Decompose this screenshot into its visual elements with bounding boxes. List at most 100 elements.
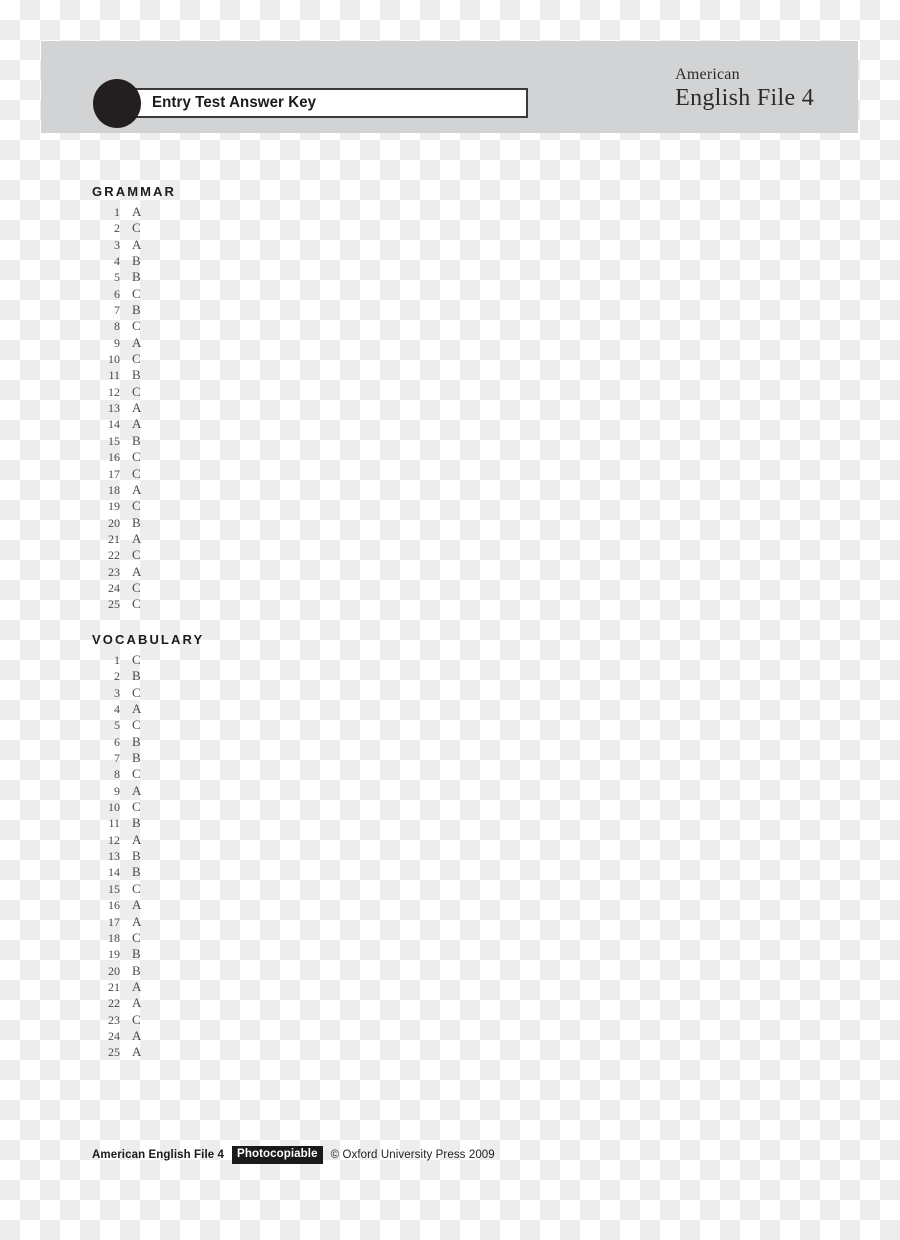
answer-row: 17 A xyxy=(92,914,204,930)
answer-letter: A xyxy=(132,400,142,416)
answer-row: 10 C xyxy=(92,351,176,367)
answer-letter: A xyxy=(132,831,142,847)
answer-letter: A xyxy=(132,995,142,1011)
answer-letter: C xyxy=(132,717,141,733)
answer-number: 22 xyxy=(108,548,120,563)
answer-list-grammar: 1 A 2 C 3 A 4 B 5 B 6 C 7 B 8 C 9 A 10 C 11 B 12 C 13 A 14 A 15 B 16 C 1… xyxy=(92,204,176,613)
answer-number: 10 xyxy=(108,800,120,815)
answer-letter: C xyxy=(132,766,141,782)
answer-letter: A xyxy=(132,897,142,913)
answer-number: 5 xyxy=(114,270,120,285)
answer-number: 14 xyxy=(108,865,120,880)
answer-row: 22 A xyxy=(92,995,204,1011)
answer-row: 4A xyxy=(92,701,204,717)
answer-number: 11 xyxy=(108,816,120,831)
answer-letter: C xyxy=(132,449,141,465)
page-footer: American English File 4 Photocopiable © … xyxy=(92,1146,495,1164)
answer-row: 21 A xyxy=(92,531,176,547)
answer-row: 8C xyxy=(92,318,176,334)
answer-number: 7 xyxy=(114,751,120,766)
answer-letter: A xyxy=(132,530,142,546)
answer-row: 6B xyxy=(92,734,204,750)
answer-letter: B xyxy=(132,269,141,285)
answer-letter: C xyxy=(132,220,141,236)
answer-row: 7B xyxy=(92,302,176,318)
answer-letter: A xyxy=(132,1027,142,1043)
answer-row: 18 C xyxy=(92,930,204,946)
answer-row: 21 A xyxy=(92,979,204,995)
answer-number: 3 xyxy=(114,237,120,252)
answer-number: 21 xyxy=(108,979,120,994)
answer-row: 16 C xyxy=(92,449,176,465)
answer-letter: A xyxy=(132,1044,142,1060)
answer-letter: B xyxy=(132,750,141,766)
answer-row: 3A xyxy=(92,237,176,253)
section-title-vocabulary: VOCABULARY xyxy=(92,632,205,647)
answer-letter: B xyxy=(132,514,141,530)
answer-number: 22 xyxy=(108,996,120,1011)
answer-number: 9 xyxy=(114,335,120,350)
answer-letter: A xyxy=(132,913,142,929)
answer-letter: A xyxy=(132,236,142,252)
answer-number: 12 xyxy=(108,832,120,847)
answer-letter: C xyxy=(132,383,141,399)
answer-row: 23 C xyxy=(92,1012,204,1028)
answer-number: 2 xyxy=(114,669,120,684)
answer-letter: A xyxy=(132,563,142,579)
answer-row: 20 B xyxy=(92,963,204,979)
answer-row: 5B xyxy=(92,269,176,285)
answer-letter: A xyxy=(132,204,142,219)
footer-copyright: © Oxford University Press 2009 xyxy=(330,1149,495,1161)
answer-row: 11 B xyxy=(92,815,204,831)
answer-number: 6 xyxy=(114,286,120,301)
answer-number: 7 xyxy=(114,303,120,318)
brand-line-american: American xyxy=(675,66,740,83)
answer-letter: A xyxy=(132,978,142,994)
answer-letter: C xyxy=(132,547,141,563)
answer-letter: C xyxy=(132,880,141,896)
answer-number: 25 xyxy=(108,1045,120,1060)
answer-number: 13 xyxy=(108,849,120,864)
answer-row: 10 C xyxy=(92,799,204,815)
answer-number: 23 xyxy=(108,564,120,579)
answer-row: 1C xyxy=(92,652,204,668)
answer-letter: C xyxy=(132,465,141,481)
answer-row: 13 A xyxy=(92,400,176,416)
answer-number: 15 xyxy=(108,881,120,896)
answer-row: 22 C xyxy=(92,547,176,563)
answer-number: 15 xyxy=(108,433,120,448)
answer-number: 18 xyxy=(108,930,120,945)
answer-row: 14 B xyxy=(92,864,204,880)
answer-number: 12 xyxy=(108,384,120,399)
answer-letter: C xyxy=(132,596,141,612)
answer-number: 24 xyxy=(108,580,120,595)
section-title-grammar: GRAMMAR xyxy=(92,184,177,199)
answer-number: 24 xyxy=(108,1028,120,1043)
answer-row: 4B xyxy=(92,253,176,269)
answer-letter: B xyxy=(132,302,141,318)
answer-row: 17 C xyxy=(92,466,176,482)
answer-number: 20 xyxy=(108,515,120,530)
answer-letter: C xyxy=(132,1011,141,1027)
answer-row: 11 B xyxy=(92,367,176,383)
answer-row: 13 B xyxy=(92,848,204,864)
answer-row: 16 A xyxy=(92,897,204,913)
answer-row: 15 B xyxy=(92,433,176,449)
answer-row: 7B xyxy=(92,750,204,766)
answer-row: 1A xyxy=(92,204,176,220)
photocopiable-badge: Photocopiable xyxy=(232,1146,323,1164)
answer-number: 19 xyxy=(108,947,120,962)
answer-number: 6 xyxy=(114,734,120,749)
answer-letter: A xyxy=(132,701,142,717)
answer-row: 2B xyxy=(92,668,204,684)
filled-circle-icon xyxy=(93,79,141,128)
answer-number: 13 xyxy=(108,401,120,416)
footer-book-title: American English File 4 xyxy=(92,1149,225,1161)
answer-letter: B xyxy=(132,367,141,383)
answer-row: 24 A xyxy=(92,1028,204,1044)
answer-number: 4 xyxy=(114,254,120,269)
brand-logo: American English File 4 xyxy=(675,65,814,112)
answer-row: 25 A xyxy=(92,1044,204,1060)
answer-letter: A xyxy=(132,334,142,350)
answer-letter: B xyxy=(132,962,141,978)
